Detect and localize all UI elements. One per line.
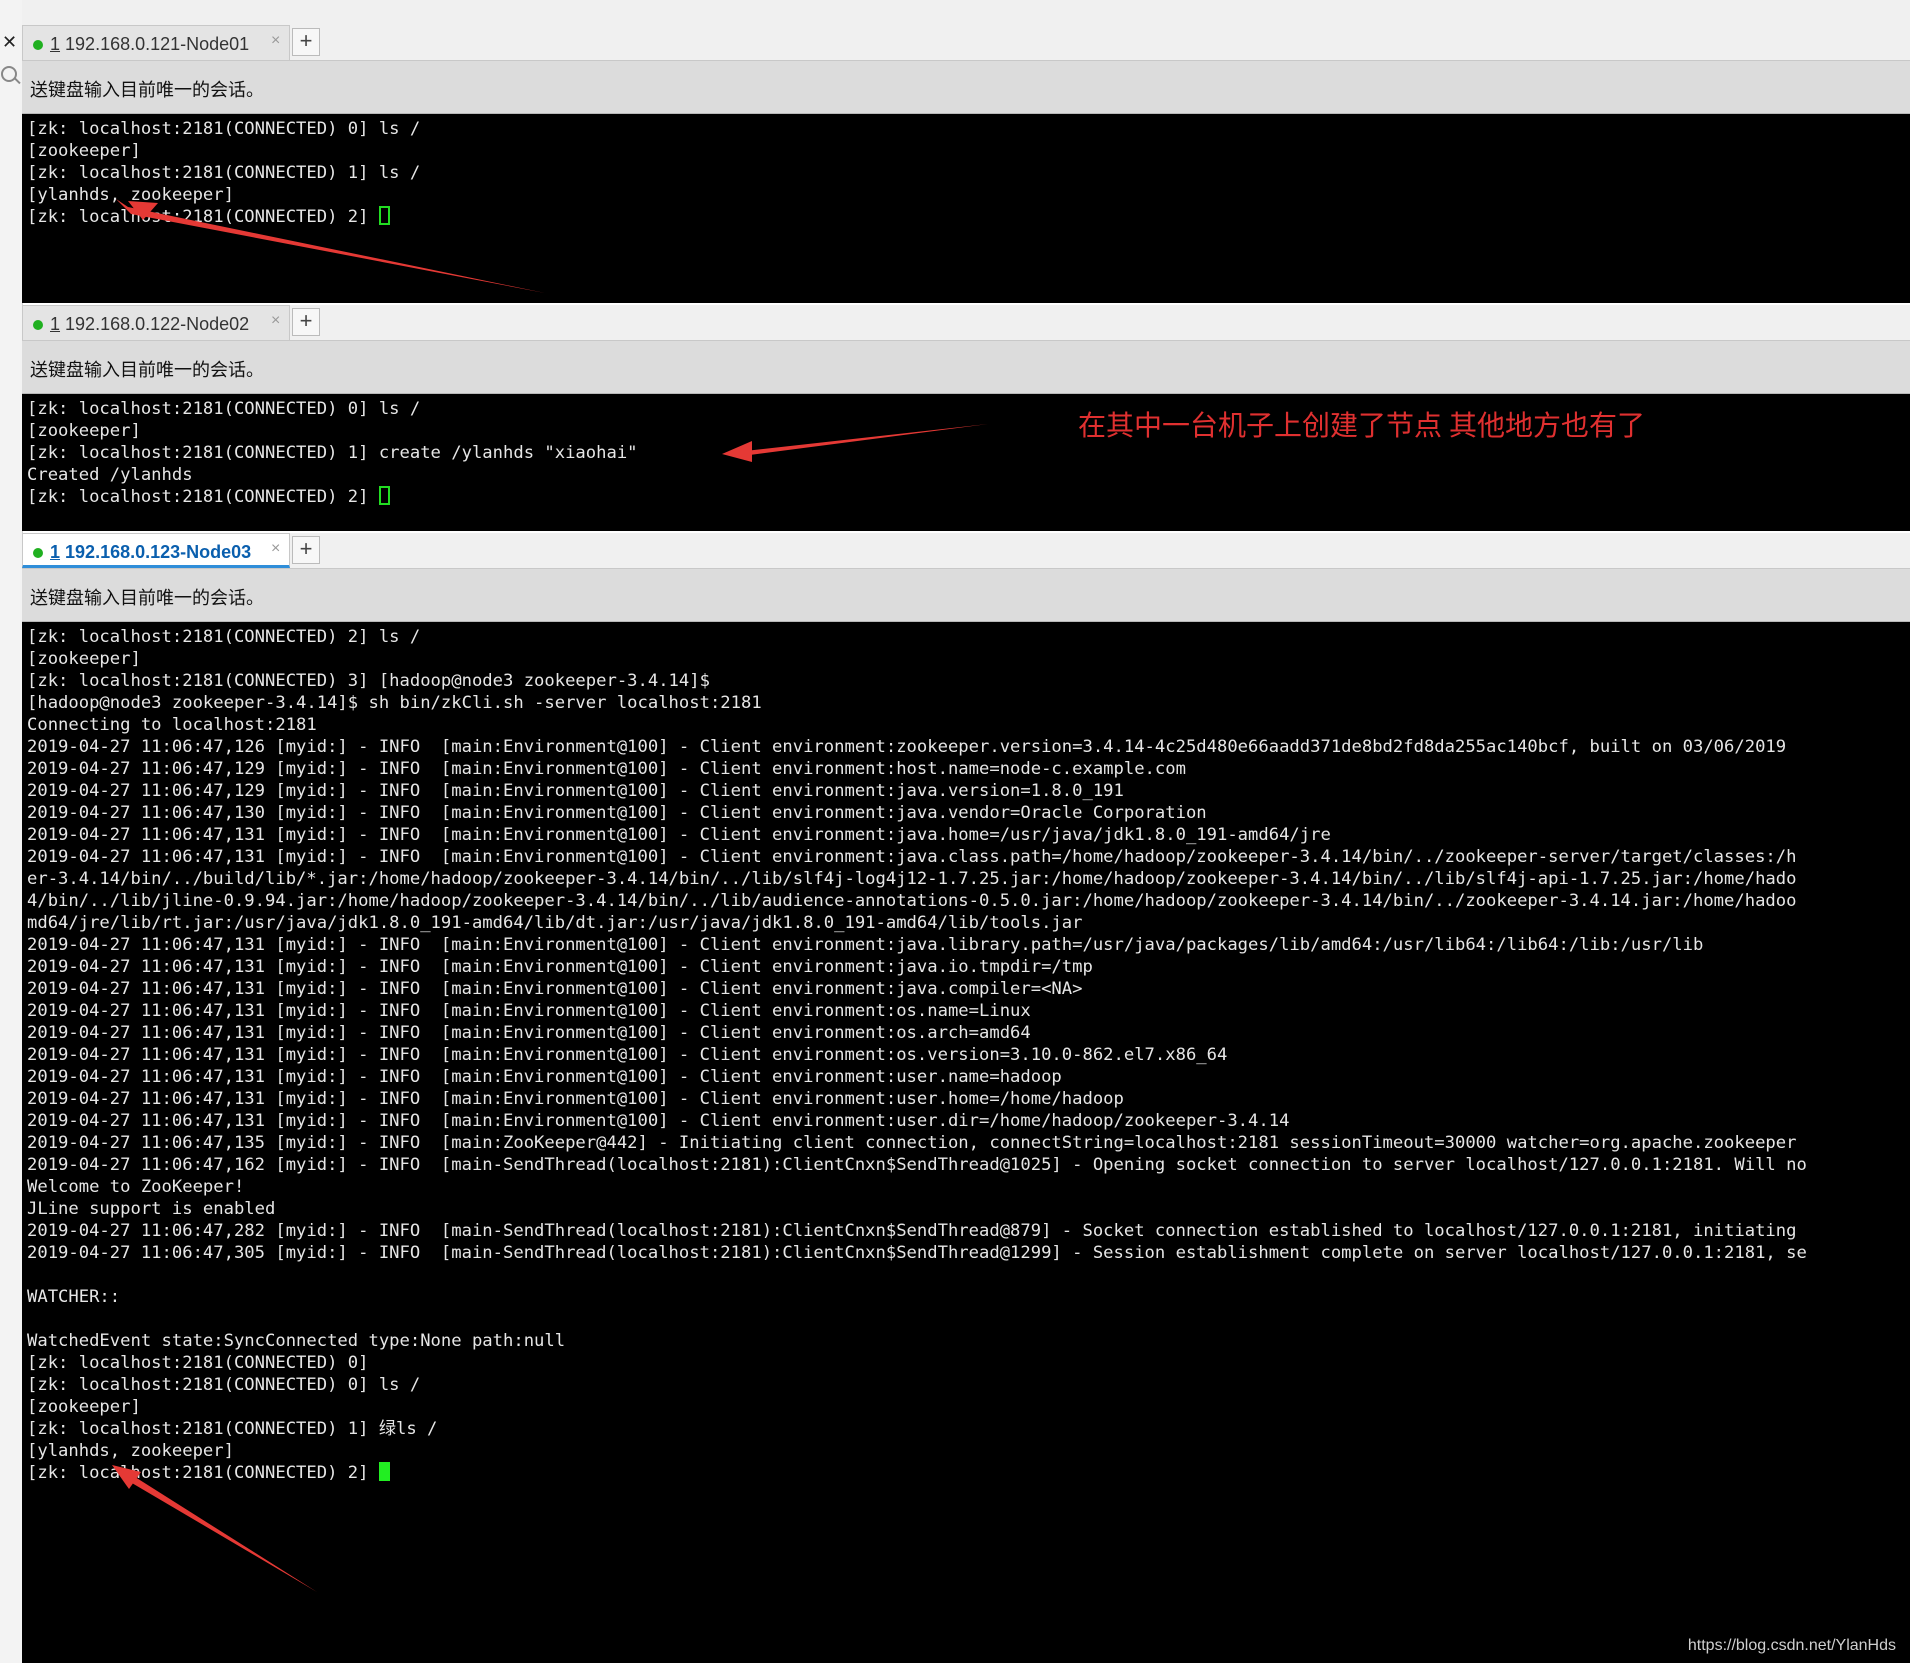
terminal-lines: [zk: localhost:2181(CONNECTED) 0] ls / [… xyxy=(22,114,1910,228)
terminal-line: 2019-04-27 11:06:47,135 [myid:] - INFO [… xyxy=(27,1133,1797,1153)
send-input-bar[interactable]: 送键盘输入目前唯一的会话。 xyxy=(22,341,1910,394)
terminal-line: WatchedEvent state:SyncConnected type:No… xyxy=(27,1331,566,1351)
tab-node03[interactable]: 1 192.168.0.123-Node03 × xyxy=(22,533,290,568)
tab-node02[interactable]: 1 192.168.0.122-Node02 × xyxy=(22,305,290,340)
watermark: https://blog.csdn.net/YlanHds xyxy=(1687,1637,1896,1654)
tab-bar: 1 192.168.0.123-Node03 × + xyxy=(22,533,1910,569)
send-input-bar[interactable]: 送键盘输入目前唯一的会话。 xyxy=(22,569,1910,622)
tab-label: 1 192.168.0.121-Node01 xyxy=(50,34,250,54)
left-toolbar-strip: ✕ xyxy=(0,0,23,1663)
connected-status-icon xyxy=(33,40,43,50)
terminal-line: [zk: localhost:2181(CONNECTED) 1] ls / xyxy=(27,163,421,183)
tab-label: 1 192.168.0.122-Node02 xyxy=(50,314,250,334)
terminal-line: 2019-04-27 11:06:47,131 [myid:] - INFO [… xyxy=(27,1001,1031,1021)
terminal-line: [zk: localhost:2181(CONNECTED) 0] xyxy=(27,1353,369,1373)
terminal-line: JLine support is enabled xyxy=(27,1199,276,1219)
terminal-line: 2019-04-27 11:06:47,305 [myid:] - INFO [… xyxy=(27,1243,1807,1263)
tab-label: 1 192.168.0.123-Node03 xyxy=(50,542,252,562)
window-top-bar xyxy=(22,0,1910,25)
send-input-label: 送键盘输入目前唯一的会话。 xyxy=(30,80,264,100)
terminal-line: 2019-04-27 11:06:47,131 [myid:] - INFO [… xyxy=(27,1067,1062,1087)
terminal-line: 2019-04-27 11:06:47,131 [myid:] - INFO [… xyxy=(27,979,1083,999)
tab-bar: 1 192.168.0.122-Node02 × + xyxy=(22,305,1910,341)
terminal-line: [zk: localhost:2181(CONNECTED) 0] ls / xyxy=(27,119,421,139)
send-input-label: 送键盘输入目前唯一的会话。 xyxy=(30,360,264,380)
add-tab-button[interactable]: + xyxy=(292,28,320,56)
terminal-line: [zookeeper] xyxy=(27,649,141,669)
terminal-line: [zookeeper] xyxy=(27,421,141,441)
terminal-line: [zookeeper] xyxy=(27,1397,141,1417)
terminal-line: 2019-04-27 11:06:47,282 [myid:] - INFO [… xyxy=(27,1221,1797,1241)
terminal-line: 2019-04-27 11:06:47,129 [myid:] - INFO [… xyxy=(27,759,1186,779)
terminal-line: 2019-04-27 11:06:47,131 [myid:] - INFO [… xyxy=(27,847,1797,867)
terminal-line: 2019-04-27 11:06:47,131 [myid:] - INFO [… xyxy=(27,1045,1228,1065)
terminal-line: Welcome to ZooKeeper! xyxy=(27,1177,245,1197)
terminal-line: [zk: localhost:2181(CONNECTED) 3] [hadoo… xyxy=(27,671,710,691)
terminal-line: [zk: localhost:2181(CONNECTED) 2] xyxy=(27,1463,379,1483)
terminal-line: er-3.4.14/bin/../build/lib/*.jar:/home/h… xyxy=(27,869,1797,889)
terminal-line: md64/jre/lib/rt.jar:/usr/java/jdk1.8.0_1… xyxy=(27,913,1083,933)
send-input-bar[interactable]: 送键盘输入目前唯一的会话。 xyxy=(22,61,1910,114)
terminal-line: [hadoop@node3 zookeeper-3.4.14]$ sh bin/… xyxy=(27,693,762,713)
tab-node01[interactable]: 1 192.168.0.121-Node01 × xyxy=(22,25,290,60)
close-tab-icon[interactable]: × xyxy=(271,32,280,50)
terminal-line: Connecting to localhost:2181 xyxy=(27,715,317,735)
terminal-line: 2019-04-27 11:06:47,131 [myid:] - INFO [… xyxy=(27,957,1093,977)
terminal-output[interactable]: [zk: localhost:2181(CONNECTED) 0] ls / [… xyxy=(22,114,1910,303)
search-icon[interactable] xyxy=(1,66,17,82)
connected-status-icon xyxy=(33,320,43,330)
terminal-line: 2019-04-27 11:06:47,129 [myid:] - INFO [… xyxy=(27,781,1124,801)
terminal-line: [zookeeper] xyxy=(27,141,141,161)
terminal-line: [ylanhds, zookeeper] xyxy=(27,185,234,205)
close-tab-icon[interactable]: × xyxy=(271,540,280,558)
terminal-line: Created /ylanhds xyxy=(27,465,193,485)
terminal-line: 2019-04-27 11:06:47,126 [myid:] - INFO [… xyxy=(27,737,1787,757)
add-tab-button[interactable]: + xyxy=(292,536,320,564)
terminal-line: [zk: localhost:2181(CONNECTED) 2] ls / xyxy=(27,627,421,647)
add-tab-button[interactable]: + xyxy=(292,308,320,336)
terminal-line: 2019-04-27 11:06:47,130 [myid:] - INFO [… xyxy=(27,803,1207,823)
terminal-output[interactable]: [zk: localhost:2181(CONNECTED) 2] ls / [… xyxy=(22,622,1910,1663)
send-input-label: 送键盘输入目前唯一的会话。 xyxy=(30,588,264,608)
terminal-line: [zk: localhost:2181(CONNECTED) 1] 绿ls / xyxy=(27,1419,438,1439)
terminal-line: [zk: localhost:2181(CONNECTED) 0] ls / xyxy=(27,399,421,419)
terminal-line: 2019-04-27 11:06:47,131 [myid:] - INFO [… xyxy=(27,825,1331,845)
terminal-cursor xyxy=(378,1462,390,1481)
annotation-text: 在其中一台机子上创建了节点 其他地方也有了 xyxy=(1078,411,1646,442)
terminal-line: [zk: localhost:2181(CONNECTED) 2] xyxy=(27,487,379,507)
connected-status-icon xyxy=(33,548,43,558)
terminal-line: [zk: localhost:2181(CONNECTED) 0] ls / xyxy=(27,1375,421,1395)
terminal-line: 2019-04-27 11:06:47,131 [myid:] - INFO [… xyxy=(27,1111,1290,1131)
close-icon[interactable]: ✕ xyxy=(2,32,17,53)
terminal-cursor xyxy=(378,486,390,505)
terminal-cursor xyxy=(378,206,390,225)
terminal-line: 4/bin/../lib/jline-0.9.94.jar:/home/hado… xyxy=(27,891,1797,911)
tab-bar: 1 192.168.0.121-Node01 × + xyxy=(22,25,1910,61)
terminal-line: [ylanhds, zookeeper] xyxy=(27,1441,234,1461)
terminal-line: 2019-04-27 11:06:47,131 [myid:] - INFO [… xyxy=(27,935,1704,955)
session-pane-node01: 1 192.168.0.121-Node01 × + 送键盘输入目前唯一的会话。… xyxy=(22,25,1910,303)
terminal-line: 2019-04-27 11:06:47,131 [myid:] - INFO [… xyxy=(27,1089,1124,1109)
close-tab-icon[interactable]: × xyxy=(271,312,280,330)
terminal-lines: [zk: localhost:2181(CONNECTED) 2] ls / [… xyxy=(22,622,1910,1484)
terminal-line: [zk: localhost:2181(CONNECTED) 2] xyxy=(27,207,379,227)
terminal-line: 2019-04-27 11:06:47,131 [myid:] - INFO [… xyxy=(27,1023,1031,1043)
terminal-line: [zk: localhost:2181(CONNECTED) 1] create… xyxy=(27,443,638,463)
terminal-line: WATCHER:: xyxy=(27,1287,121,1307)
session-pane-node03: 1 192.168.0.123-Node03 × + 送键盘输入目前唯一的会话。… xyxy=(22,533,1910,1663)
terminal-line: 2019-04-27 11:06:47,162 [myid:] - INFO [… xyxy=(27,1155,1807,1175)
